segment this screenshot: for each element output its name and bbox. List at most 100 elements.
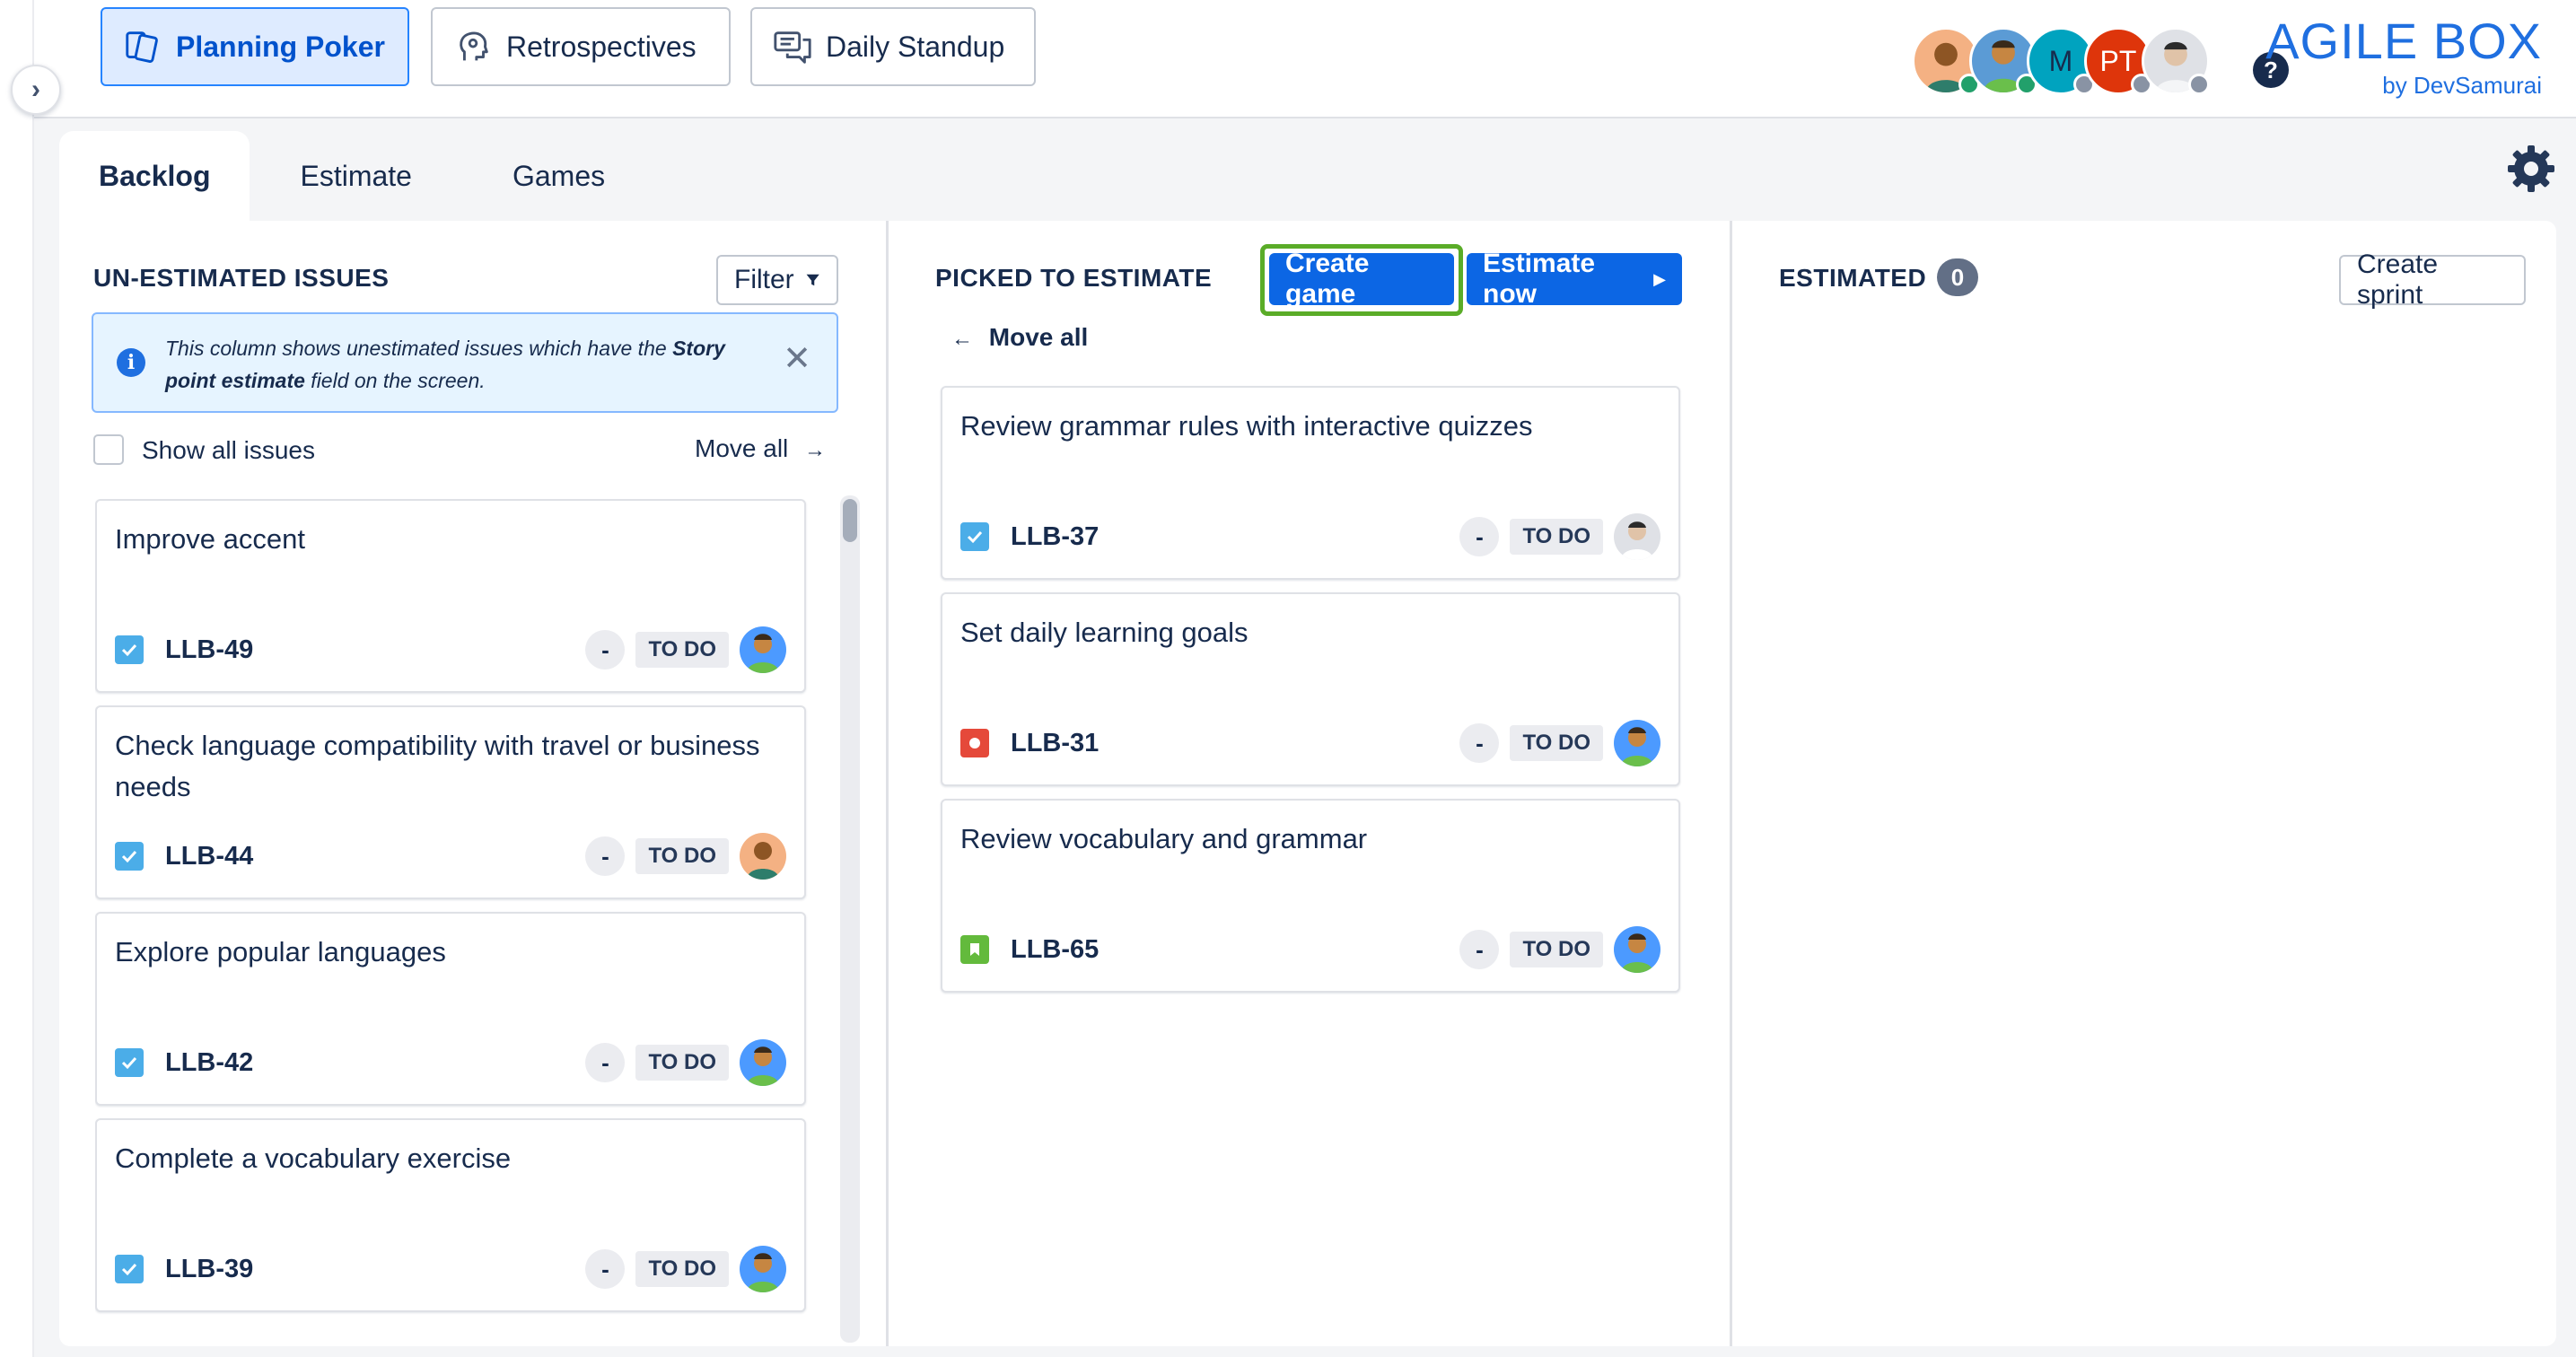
create-game-button[interactable]: Create game [1269, 249, 1454, 309]
column-divider [1730, 221, 1732, 1346]
issue-title: Review vocabulary and grammar [960, 823, 1368, 854]
issue-key[interactable]: LLB-31 [1011, 729, 1099, 758]
move-all-left-button[interactable]: ← Move all [951, 323, 1088, 352]
story-points: - [585, 630, 626, 670]
nav-label: Daily Standup [826, 30, 1005, 63]
picked-column-title: PICKED TO ESTIMATE [935, 264, 1213, 292]
story-points: - [1459, 723, 1500, 763]
issue-key[interactable]: LLB-49 [165, 635, 253, 665]
issue-key[interactable]: LLB-44 [165, 842, 253, 871]
issue-title: Set daily learning goals [960, 617, 1249, 648]
nav-label: Planning Poker [176, 30, 385, 63]
create-sprint-label: Create sprint [2357, 250, 2439, 310]
show-all-issues-checkbox[interactable] [93, 434, 124, 465]
estimate-now-button[interactable]: Estimate now ▶ [1467, 249, 1682, 309]
issue-card[interactable]: Complete a vocabulary exercise LLB-39 - … [95, 1118, 806, 1312]
bug-icon [960, 729, 989, 757]
issue-card[interactable]: Improve accent LLB-49 - TO DO [95, 499, 806, 693]
issue-title: Check language compatibility with travel… [115, 730, 760, 802]
story-points: - [585, 1249, 626, 1289]
status-badge: TO DO [1510, 519, 1603, 555]
issue-key[interactable]: LLB-39 [165, 1255, 253, 1284]
issue-card[interactable]: Review grammar rules with interactive qu… [941, 386, 1680, 580]
filter-label: Filter [734, 265, 794, 294]
assignee-avatar [740, 833, 786, 880]
nav-retrospectives-button[interactable]: Retrospectives [431, 7, 731, 86]
estimated-count-badge: 0 [1937, 258, 1978, 296]
show-all-issues-label: Show all issues [142, 436, 315, 464]
task-icon [115, 635, 144, 664]
gear-icon[interactable] [2504, 142, 2558, 196]
funnel-icon [806, 274, 819, 286]
close-icon[interactable]: ✕ [783, 342, 811, 376]
issue-key[interactable]: LLB-37 [1011, 522, 1099, 552]
left-strip [0, 0, 34, 1357]
expand-sidebar-button[interactable]: › [11, 65, 61, 115]
brand-subtitle: by DevSamurai [2382, 72, 2542, 99]
create-sprint-button[interactable]: Create sprint [2339, 250, 2526, 310]
story-points: - [1459, 517, 1500, 556]
task-icon [115, 1255, 144, 1283]
issue-title: Improve accent [115, 523, 305, 555]
status-badge: TO DO [635, 1045, 729, 1081]
estimate-now-label: Estimate now [1483, 249, 1596, 309]
info-icon: i [117, 348, 145, 377]
unestimated-issue-list: Improve accent LLB-49 - TO DO Check lang… [95, 499, 820, 1343]
info-text: field on the screen. [304, 369, 486, 392]
column-divider [886, 221, 889, 1346]
story-points: - [585, 1043, 626, 1082]
issue-list-scrollbar[interactable] [840, 495, 860, 1343]
arrow-left-icon: ← [951, 327, 973, 351]
status-badge: TO DO [1510, 932, 1603, 967]
issue-card[interactable]: Set daily learning goals LLB-31 - TO DO [941, 592, 1680, 786]
status-badge: TO DO [635, 632, 729, 668]
issue-key[interactable]: LLB-65 [1011, 935, 1099, 965]
filter-button[interactable]: Filter [716, 255, 838, 305]
view-tabs: Backlog Estimate Games [59, 131, 655, 221]
info-message: i This column shows unestimated issues w… [92, 312, 838, 413]
avatar-initials: PT [2099, 44, 2137, 77]
issue-card[interactable]: Review vocabulary and grammar LLB-65 - T… [941, 799, 1680, 993]
assignee-avatar [1614, 513, 1660, 560]
nav-daily-standup-button[interactable]: Daily Standup [750, 7, 1036, 86]
assignee-avatar [740, 1039, 786, 1086]
nav-label: Retrospectives [506, 30, 697, 63]
arrow-right-icon: → [804, 438, 827, 462]
assignee-avatar [740, 1246, 786, 1292]
top-bar: Planning Poker Retrospectives Daily Stan… [34, 0, 2576, 118]
issue-key[interactable]: LLB-42 [165, 1048, 253, 1078]
issue-title: Complete a vocabulary exercise [115, 1143, 512, 1174]
unestimated-column-title: UN-ESTIMATED ISSUES [93, 264, 390, 292]
scrollbar-thumb[interactable] [843, 499, 857, 542]
cards-icon [126, 31, 158, 63]
caret-right-icon: ▶ [1653, 269, 1666, 288]
move-all-label: Move all [988, 323, 1089, 351]
brand: AGILE BOX by DevSamurai [2265, 13, 2542, 100]
story-points: - [1459, 930, 1500, 969]
task-icon [960, 522, 989, 551]
offline-status-dot [2188, 74, 2210, 95]
nav-planning-poker-button[interactable]: Planning Poker [101, 7, 409, 86]
story-points: - [585, 836, 626, 876]
info-text: This column shows unestimated issues whi… [165, 337, 673, 360]
task-icon [115, 1048, 144, 1077]
move-all-right-button[interactable]: Move all → [695, 434, 826, 463]
chat-icon [774, 31, 811, 64]
issue-card[interactable]: Check language compatibility with travel… [95, 705, 806, 899]
issue-card[interactable]: Explore popular languages LLB-42 - TO DO [95, 912, 806, 1106]
head-icon [460, 31, 488, 61]
issue-title: Explore popular languages [115, 936, 446, 967]
story-icon [960, 935, 989, 964]
tab-estimate[interactable]: Estimate [250, 131, 461, 221]
assignee-avatar [1614, 720, 1660, 766]
task-icon [115, 842, 144, 871]
status-badge: TO DO [1510, 725, 1603, 761]
assignee-avatar [1614, 926, 1660, 973]
move-all-label: Move all [695, 434, 789, 462]
avatar-initials: M [2048, 44, 2073, 77]
chevron-right-icon: › [31, 74, 40, 104]
issue-title: Review grammar rules with interactive qu… [960, 410, 1533, 442]
tab-games[interactable]: Games [462, 131, 655, 221]
tab-backlog[interactable]: Backlog [59, 131, 250, 221]
estimation-board: UN-ESTIMATED ISSUES Filter i This column… [59, 221, 2556, 1346]
